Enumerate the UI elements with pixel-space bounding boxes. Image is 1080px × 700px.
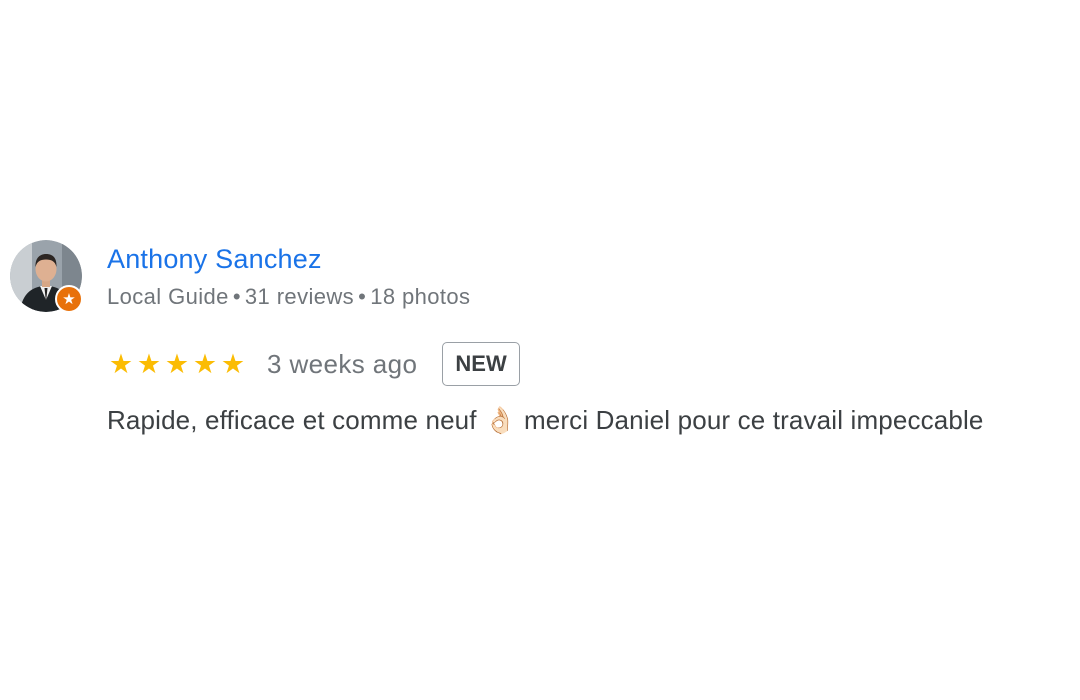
new-badge: NEW [442, 342, 520, 386]
review-time: 3 weeks ago [267, 348, 418, 379]
reviews-count: 31 reviews [244, 284, 355, 309]
local-guide-star-icon: ★ [55, 285, 83, 313]
author-name-link[interactable]: Anthony Sanchez [107, 244, 322, 275]
star-icon: ★ [108, 348, 134, 379]
star-icon: ★ [192, 348, 218, 379]
photos-count: 18 photos [370, 284, 471, 309]
star-icon: ★ [164, 348, 190, 379]
meta-separator: • [232, 284, 241, 309]
meta-separator: • [358, 284, 367, 309]
local-guide-label: Local Guide [107, 284, 229, 309]
star-rating: ★ ★ ★ ★ ★ [107, 348, 247, 379]
rating-row: ★ ★ ★ ★ ★ 3 weeks ago NEW [107, 340, 520, 388]
star-icon: ★ [136, 348, 162, 379]
review-text: Rapide, efficace et comme neuf 👌🏻 merci … [107, 405, 984, 435]
avatar[interactable]: ★ [10, 240, 84, 314]
author-meta: Local Guide • 31 reviews • 18 photos [107, 284, 470, 310]
star-icon: ★ [220, 348, 246, 379]
review-card: ★ Anthony Sanchez Local Guide • 31 reviews… [0, 0, 1080, 700]
